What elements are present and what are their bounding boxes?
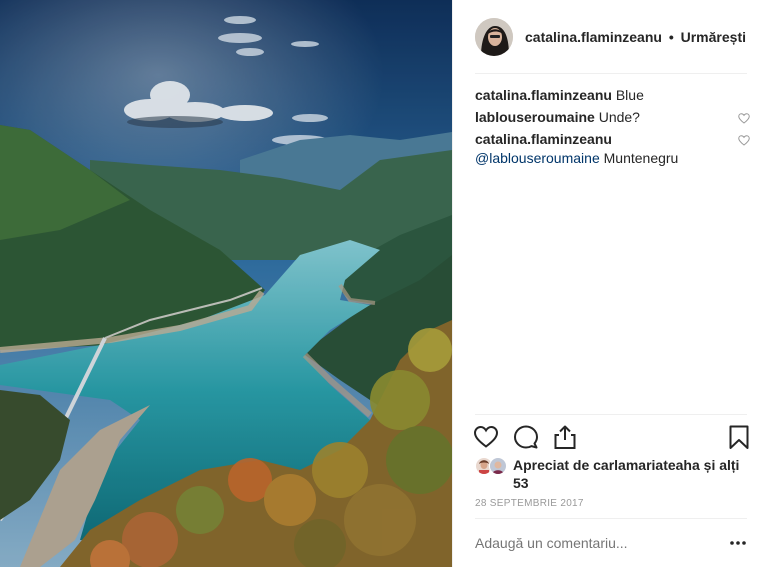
header-divider	[475, 73, 747, 74]
likes-text[interactable]: Apreciat de carlamariateaha și alți 53	[513, 456, 747, 492]
header-separator: •	[668, 28, 674, 45]
liker-avatar[interactable]	[489, 457, 507, 475]
avatar[interactable]	[475, 17, 513, 56]
more-options-icon[interactable]	[728, 536, 748, 550]
add-comment-divider	[475, 518, 747, 519]
follow-status-button[interactable]: Urmărești	[681, 29, 746, 45]
likes-summary: Apreciat de carlamariateaha și alți 53	[475, 456, 747, 492]
comment-text: Blue	[615, 87, 644, 103]
liker-avatars	[475, 457, 513, 475]
action-bar	[473, 424, 751, 450]
header-username[interactable]: catalina.flaminzeanu	[525, 29, 662, 45]
post-side-panel: catalina.flaminzeanu • Urmărești catalin…	[452, 0, 768, 567]
comment-icon[interactable]	[513, 424, 539, 450]
share-icon[interactable]	[552, 424, 578, 450]
header-text: catalina.flaminzeanu • Urmărești	[525, 29, 746, 45]
comment-like-heart-icon[interactable]	[738, 113, 750, 124]
actions-divider	[475, 414, 747, 415]
comment-item: lablouseroumaine Unde?	[475, 108, 751, 127]
post-date[interactable]: 28 SEPTEMBRIE 2017	[475, 498, 584, 509]
comment-username[interactable]: catalina.flaminzeanu	[475, 87, 612, 103]
avatar-image	[475, 17, 513, 56]
landscape-photo	[0, 0, 452, 567]
comment-username[interactable]: catalina.flaminzeanu	[475, 131, 612, 147]
comment-text: Unde?	[598, 109, 640, 125]
comment-like-heart-icon[interactable]	[738, 135, 750, 146]
comments-list: catalina.flaminzeanu Blue lablouseroumai…	[475, 86, 751, 171]
comment-text: Muntenegru	[603, 150, 679, 166]
comment-item: catalina.flaminzeanu Blue	[475, 86, 751, 105]
post-photo[interactable]	[0, 0, 452, 567]
heart-icon[interactable]	[473, 424, 499, 450]
comment-mention-link[interactable]: @lablouseroumaine	[475, 150, 600, 166]
add-comment-input[interactable]	[475, 533, 705, 553]
comment-item: catalina.flaminzeanu @lablouseroumaine M…	[475, 130, 751, 168]
bookmark-icon[interactable]	[726, 424, 752, 450]
comment-username[interactable]: lablouseroumaine	[475, 109, 595, 125]
post-header: catalina.flaminzeanu • Urmărești	[453, 0, 768, 73]
